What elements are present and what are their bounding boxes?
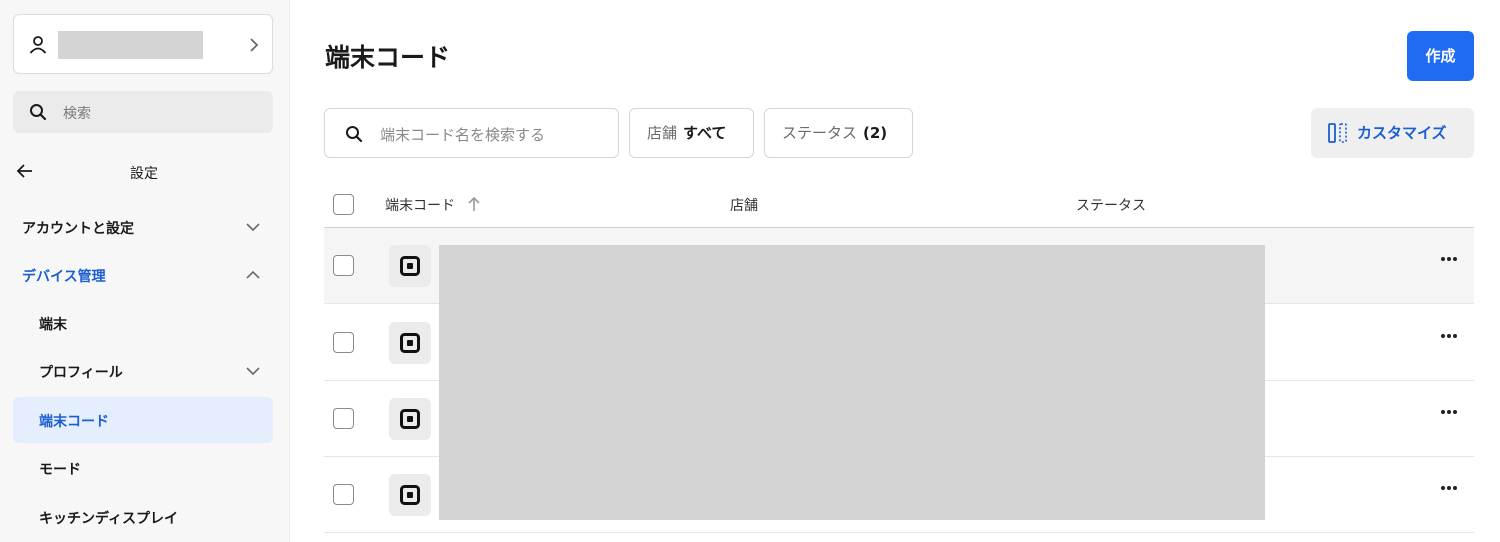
chevron-down-icon — [246, 223, 260, 232]
search-placeholder: 端末コード名を検索する — [380, 126, 546, 144]
sidebar-item-label: 端末 — [39, 317, 67, 333]
sidebar-item-profiles[interactable]: プロフィール — [13, 348, 273, 394]
select-all-checkbox[interactable] — [333, 194, 354, 215]
status-filter-count: (2) — [863, 124, 888, 142]
store-filter-value: すべて — [683, 124, 727, 142]
more-actions-icon[interactable] — [1440, 485, 1458, 491]
sidebar-item-kitchen-display[interactable]: キッチンディスプレイ — [13, 494, 273, 540]
chevron-down-icon — [246, 367, 260, 376]
terminal-device-icon — [389, 245, 431, 287]
status-filter-key: ステータス — [782, 124, 858, 142]
sidebar-item-label: デバイス管理 — [22, 269, 106, 285]
terminal-device-icon — [389, 322, 431, 364]
search-icon — [346, 126, 363, 143]
terminal-code-search-input[interactable]: 端末コード名を検索する — [324, 108, 619, 158]
sidebar: 検索 設定 アカウントと設定 デバイス管理 端末 プロフィール 端末コード モー… — [0, 0, 290, 542]
sidebar-item-account-settings[interactable]: アカウントと設定 — [13, 204, 273, 250]
sidebar-search-input[interactable]: 検索 — [13, 91, 273, 133]
row-checkbox[interactable] — [333, 408, 354, 429]
terminal-device-icon — [389, 398, 431, 440]
more-actions-icon[interactable] — [1440, 333, 1458, 339]
more-actions-icon[interactable] — [1440, 256, 1458, 262]
more-actions-icon[interactable] — [1440, 409, 1458, 415]
sidebar-item-terminal-codes[interactable]: 端末コード — [13, 397, 273, 443]
customize-button[interactable]: カスタマイズ — [1311, 108, 1474, 158]
column-header-terminal-code[interactable]: 端末コード — [385, 195, 455, 215]
page-title: 端末コード — [325, 43, 451, 72]
account-switcher[interactable] — [13, 14, 273, 74]
sidebar-item-label: キッチンディスプレイ — [39, 511, 179, 527]
store-filter-chip[interactable]: 店舗 すべて — [629, 108, 754, 158]
sort-ascending-icon[interactable] — [467, 196, 481, 212]
settings-title: 設定 — [130, 166, 158, 182]
sidebar-search-placeholder: 検索 — [63, 106, 91, 122]
settings-header: 設定 — [0, 152, 290, 192]
sidebar-item-label: 端末コード — [39, 414, 109, 430]
customize-label: カスタマイズ — [1357, 124, 1447, 142]
account-name-redacted — [58, 31, 203, 59]
chevron-right-icon — [250, 38, 259, 52]
row-checkbox[interactable] — [333, 255, 354, 276]
sidebar-item-label: プロフィール — [39, 365, 123, 381]
person-icon — [29, 36, 47, 54]
row-checkbox[interactable] — [333, 332, 354, 353]
sidebar-item-modes[interactable]: モード — [13, 445, 273, 491]
column-header-status: ステータス — [1076, 198, 1146, 214]
status-filter-chip[interactable]: ステータス (2) — [764, 108, 913, 158]
create-button[interactable]: 作成 — [1407, 31, 1474, 81]
redacted-content-block — [439, 245, 1265, 520]
sidebar-item-label: モード — [39, 462, 81, 478]
columns-icon — [1328, 123, 1347, 143]
terminal-device-icon — [389, 474, 431, 516]
row-checkbox[interactable] — [333, 484, 354, 505]
chevron-up-icon — [246, 270, 260, 279]
sidebar-item-label: アカウントと設定 — [22, 221, 134, 237]
column-header-store: 店舗 — [730, 198, 758, 214]
sidebar-item-terminals[interactable]: 端末 — [13, 300, 273, 346]
search-icon — [30, 104, 47, 121]
sidebar-item-device-management[interactable]: デバイス管理 — [13, 252, 273, 298]
store-filter-key: 店舗 — [647, 124, 678, 142]
